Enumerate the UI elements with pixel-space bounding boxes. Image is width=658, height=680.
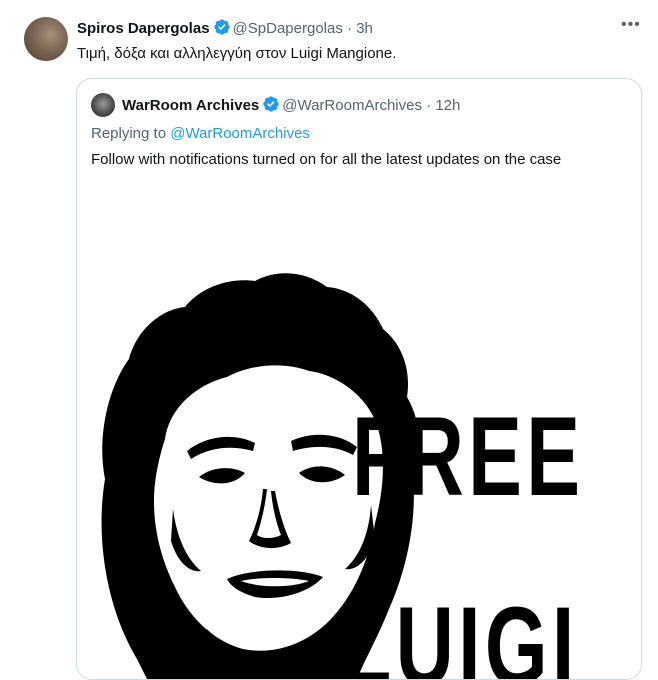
author-handle[interactable]: @SpDapergolas <box>233 20 343 37</box>
tweet-timestamp[interactable]: 3h <box>356 20 373 37</box>
tweet-text: Τιμή, δόξα και αλληλεγγύη στον Luigi Man… <box>77 45 397 62</box>
header-separator: · <box>347 20 353 37</box>
quoted-tweet[interactable]: WarRoom Archives @WarRoomArchives · 12h R… <box>76 78 642 680</box>
author-avatar[interactable] <box>24 17 68 61</box>
verified-badge-icon <box>213 18 231 36</box>
quoted-tweet-image[interactable]: FREE LUIGI <box>77 189 641 679</box>
replying-to-prefix: Replying to <box>91 125 167 142</box>
quoted-tweet-text: Follow with notifications turned on for … <box>91 151 562 168</box>
tweet-header: Spiros Dapergolas @SpDapergolas · 3h <box>77 18 373 39</box>
author-name[interactable]: Spiros Dapergolas <box>77 20 210 37</box>
image-text-luigi: LUIGI <box>342 584 579 680</box>
image-text-free: FREE <box>352 394 585 519</box>
quoted-tweet-header: WarRoom Archives @WarRoomArchives · 12h <box>122 95 460 116</box>
verified-badge-icon <box>262 95 280 113</box>
tweet[interactable]: Spiros Dapergolas @SpDapergolas · 3h ••• … <box>0 0 658 680</box>
quoted-author-avatar[interactable] <box>91 93 115 117</box>
replying-to-handle[interactable]: @WarRoomArchives <box>170 125 310 142</box>
replying-to: Replying to @WarRoomArchives <box>91 124 310 144</box>
quoted-header-separator: · <box>426 97 432 114</box>
more-horizontal-icon[interactable]: ••• <box>621 16 641 34</box>
quoted-author-name[interactable]: WarRoom Archives <box>122 97 259 114</box>
quoted-author-handle[interactable]: @WarRoomArchives <box>282 97 422 114</box>
quoted-tweet-timestamp[interactable]: 12h <box>435 97 460 114</box>
